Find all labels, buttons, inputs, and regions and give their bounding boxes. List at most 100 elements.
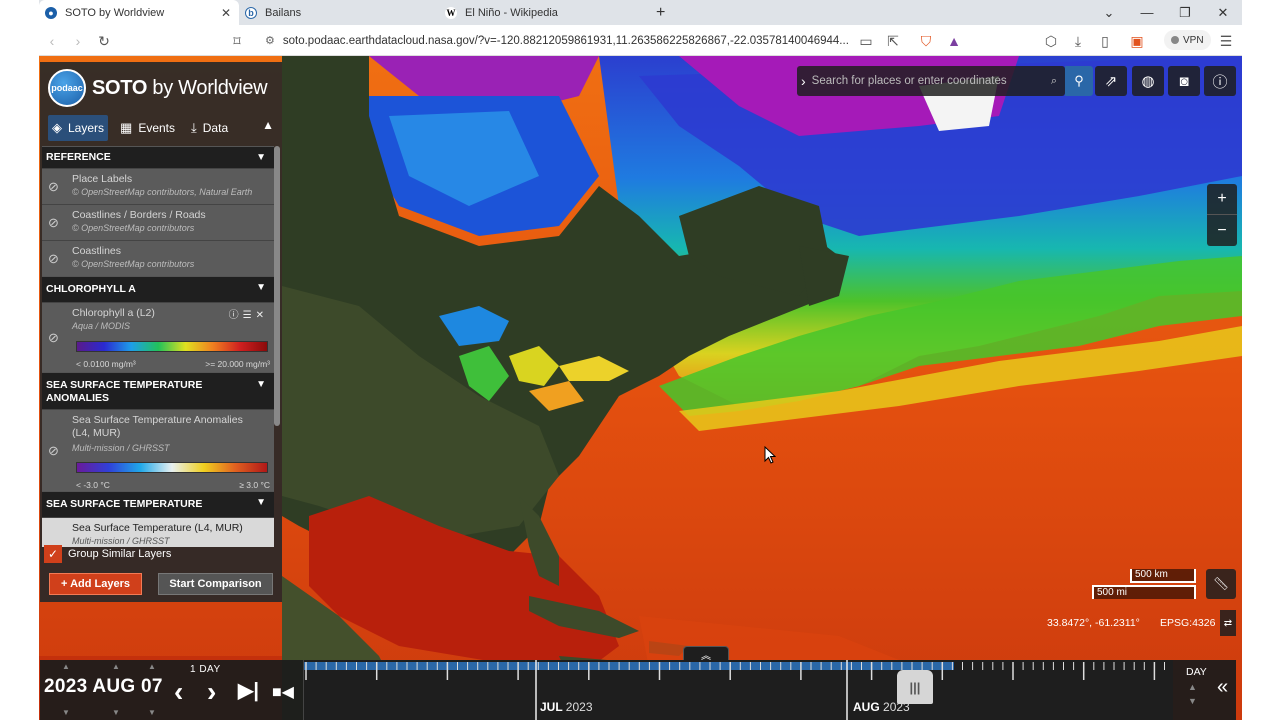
collapse-sidebar-icon[interactable]: ▲ [262, 118, 274, 132]
new-tab-button[interactable]: + [650, 0, 674, 25]
animation-button[interactable]: ■◀ [272, 682, 294, 702]
coordinate-format-toggle[interactable]: ⇄ [1220, 610, 1236, 636]
skip-end-icon: ▶| [238, 680, 259, 702]
layer-sst-mur[interactable]: Sea Surface Temperature (L4, MUR) Multi-… [42, 517, 274, 547]
tab-layers[interactable]: ◈ Layers [48, 115, 109, 141]
search-icon[interactable]: ⌕ [1051, 75, 1057, 88]
projection-button[interactable]: ◍ [1132, 66, 1164, 96]
extensions-icon[interactable]: ⬡ [1040, 30, 1062, 52]
group-similar-checkbox[interactable]: ✓ Group Similar Layers [44, 545, 171, 563]
back-icon[interactable]: ‹ [41, 30, 63, 52]
brave-rewards-icon[interactable]: ▲ [943, 30, 965, 52]
day-up-icon[interactable]: ▲ [148, 662, 156, 671]
timeline-collapse-button[interactable]: « [1217, 676, 1228, 699]
share-link-button[interactable]: ⇗ [1095, 66, 1127, 96]
day-down-icon[interactable]: ▼ [148, 708, 156, 717]
chlorophyll-legend [76, 341, 268, 352]
close-window-icon[interactable]: ✕ [1204, 0, 1242, 25]
menu-icon[interactable]: ☰ [1215, 30, 1237, 52]
hidden-eye-icon[interactable]: ⊘ [48, 330, 59, 346]
layer-sst-anomalies[interactable]: ⊘ Sea Surface Temperature Anomalies (L4, … [42, 409, 274, 491]
timeline-zoom-level[interactable]: DAY [1186, 666, 1207, 678]
browser-nav-bar: ‹ › ↻ ⌑ ⚙ soto.podaac.earthdatacloud.nas… [39, 25, 1242, 56]
measure-button[interactable]: 📏︎ [1206, 569, 1236, 599]
checkmark-icon: ✓ [44, 545, 62, 563]
year-down-icon[interactable]: ▼ [62, 708, 70, 717]
vpn-status-icon [1171, 36, 1179, 44]
layer-chlorophyll-a[interactable]: ⊘ ⓘ☰✕ Chlorophyll a (L2) Aqua / MODIS < … [42, 302, 274, 372]
layer-place-labels[interactable]: ⊘ Place Labels © OpenStreetMap contribut… [42, 168, 274, 204]
zoom-level-down-icon[interactable]: ▼ [1188, 696, 1197, 706]
download-icon: ⤓ [191, 120, 197, 135]
video-camera-icon: ■◀ [272, 684, 294, 701]
interval-selector[interactable]: 1 DAY [190, 664, 221, 675]
timeline: ▲ ▲ ▲ 2023 AUG 07 ▼ ▼ ▼ 1 DAY ‹ › ▶| ■◀ … [40, 660, 1236, 720]
tab-list-icon[interactable]: ⌄ [1090, 0, 1128, 25]
add-layers-button[interactable]: + Add Layers [49, 573, 142, 595]
vpn-button[interactable]: VPN [1164, 30, 1211, 50]
location-pin-button[interactable]: ⚲ [1065, 66, 1093, 96]
timeline-axis[interactable]: JUL 2023 AUG 2023 ||| [303, 660, 1173, 720]
jump-to-latest-button[interactable]: ▶| [238, 678, 259, 703]
bookmark-icon[interactable]: ⌑ [226, 30, 248, 52]
brave-shield-icon[interactable]: ⛉ [915, 30, 937, 52]
previous-day-button[interactable]: ‹ [174, 676, 183, 708]
tab-events[interactable]: ▦ Events [116, 115, 179, 141]
zoom-out-button[interactable]: − [1207, 215, 1237, 246]
nasa-favicon-icon: ● [45, 6, 57, 19]
screen-icon[interactable]: ▭ [855, 30, 877, 52]
year-up-icon[interactable]: ▲ [62, 662, 70, 671]
chevron-right-icon[interactable]: › [801, 73, 806, 89]
zoom-level-up-icon[interactable]: ▲ [1188, 682, 1197, 692]
downloads-icon[interactable]: ⤓ [1067, 30, 1089, 52]
layer-coastlines-borders-roads[interactable]: ⊘ Coastlines / Borders / Roads © OpenStr… [42, 204, 274, 240]
chevron-down-icon[interactable]: ▼ [256, 152, 266, 163]
tab-soto[interactable]: ● SOTO by Worldview ✕ [39, 0, 239, 25]
chevron-down-icon[interactable]: ▼ [256, 497, 266, 508]
group-header-sst[interactable]: SEA SURFACE TEMPERATURE ▼ [42, 491, 274, 517]
forward-icon[interactable]: › [67, 30, 89, 52]
podaac-logo: podaac [48, 69, 86, 107]
app-title: SOTO by Worldview [92, 76, 268, 99]
minimize-icon[interactable]: — [1128, 0, 1166, 25]
site-info-icon[interactable]: ⚙ [265, 34, 275, 47]
next-day-button[interactable]: › [207, 676, 216, 708]
hidden-eye-icon[interactable]: ⊘ [48, 443, 59, 459]
timeline-date-handle[interactable]: ||| [897, 670, 933, 704]
start-comparison-button[interactable]: Start Comparison [158, 573, 273, 595]
chevron-left-icon: ‹ [174, 676, 184, 707]
sidebar-toggle-icon[interactable]: ▯ [1094, 30, 1116, 52]
layer-coastlines[interactable]: ⊘ Coastlines © OpenStreetMap contributor… [42, 240, 274, 276]
chevron-down-icon[interactable]: ▼ [256, 282, 266, 293]
chevron-down-icon[interactable]: ▼ [256, 378, 266, 391]
chevron-right-icon: › [207, 676, 217, 707]
scale-mi: 500 mi [1092, 585, 1196, 599]
bailans-favicon-icon: b [245, 6, 257, 19]
group-header-reference[interactable]: REFERENCE ▼ [42, 146, 274, 168]
month-up-icon[interactable]: ▲ [112, 662, 120, 671]
zoom-in-button[interactable]: + [1207, 184, 1237, 215]
hidden-eye-icon[interactable]: ⊘ [48, 215, 59, 231]
group-header-sst-anomalies[interactable]: SEA SURFACE TEMPERATURE ANOMALIES ▼ [42, 372, 274, 409]
hidden-eye-icon[interactable]: ⊘ [48, 251, 59, 267]
snapshot-button[interactable]: ◙ [1168, 66, 1200, 96]
scale-bar: 500 km 500 mi [1092, 569, 1198, 601]
double-chevron-left-icon: « [1217, 676, 1229, 698]
tab-el-nino[interactable]: W El Niño - Wikipedia [439, 0, 644, 25]
group-header-chlorophyll[interactable]: CHLOROPHYLL A ▼ [42, 276, 274, 302]
location-search[interactable]: › Search for places or enter coordinates… [797, 66, 1065, 96]
layer-list-scrollbar[interactable] [274, 146, 280, 426]
share-icon[interactable]: ⇱ [882, 30, 904, 52]
search-input[interactable]: Search for places or enter coordinates [812, 75, 1007, 87]
close-tab-icon[interactable]: ✕ [221, 6, 231, 20]
restore-icon[interactable]: ❐ [1166, 0, 1204, 25]
reload-icon[interactable]: ↻ [93, 30, 115, 52]
hidden-eye-icon[interactable]: ⊘ [48, 179, 59, 195]
month-down-icon[interactable]: ▼ [112, 708, 120, 717]
tab-data[interactable]: ⤓ Data [187, 115, 232, 141]
layer-tools[interactable]: ⓘ☰✕ [229, 306, 268, 321]
tab-bailans[interactable]: b Bailans [239, 0, 439, 25]
info-button[interactable]: ⓘ [1204, 66, 1236, 96]
current-date[interactable]: 2023 AUG 07 [44, 676, 163, 698]
wallet-icon[interactable]: ▣ [1126, 30, 1148, 52]
